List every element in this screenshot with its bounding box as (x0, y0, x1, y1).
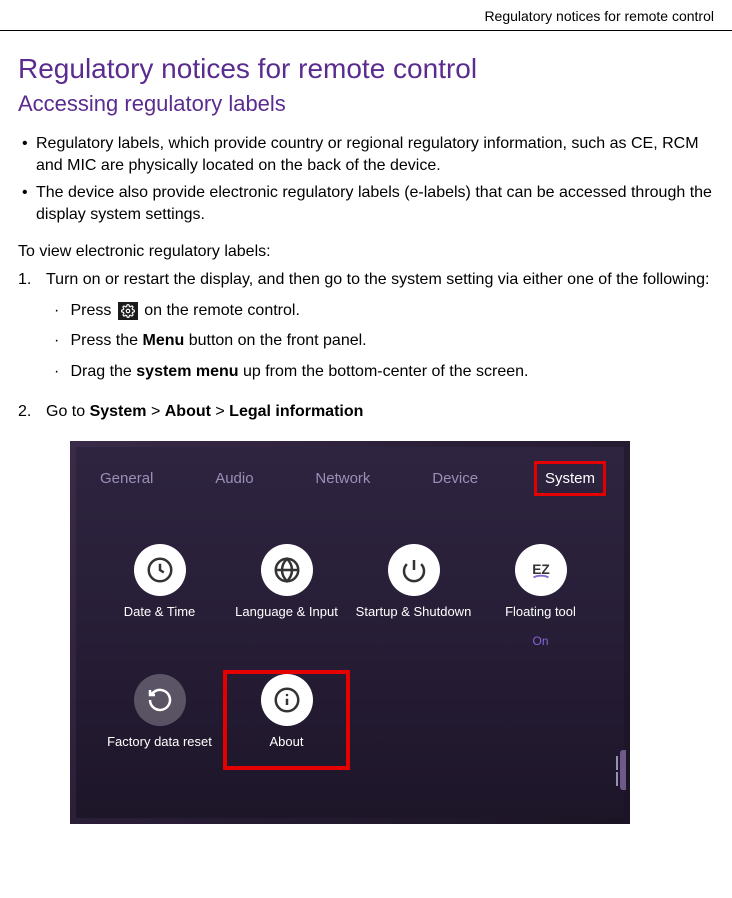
tile-label: Date & Time (124, 604, 196, 632)
section-title: Accessing regulatory labels (18, 91, 714, 117)
screenshot-inner: General Audio Network Device System Date… (76, 447, 624, 818)
step-number: 2. (18, 401, 46, 423)
power-icon (388, 544, 440, 596)
nav-path-part: System (90, 403, 147, 420)
tile-about[interactable]: About (223, 670, 350, 770)
nav-path-part: About (165, 403, 211, 420)
tab-audio[interactable]: Audio (209, 466, 259, 491)
bullet-text: Regulatory labels, which provide country… (36, 133, 714, 176)
settings-grid: Date & Time Language & Input Startup & S… (76, 510, 624, 818)
nav-sep: > (211, 403, 229, 420)
sub-text-post: up from the bottom-center of the screen. (239, 363, 529, 380)
ez-icon: EZ (515, 544, 567, 596)
nav-path-part: Legal information (229, 403, 363, 420)
page-title: Regulatory notices for remote control (18, 53, 714, 85)
bullet-text: The device also provide electronic regul… (36, 182, 714, 225)
tile-label: About (270, 734, 304, 762)
sub-text-post: on the remote control. (140, 302, 300, 319)
substep: · Press on the remote control. (54, 300, 709, 322)
bullet-marker: • (22, 182, 36, 225)
bullet-list: • Regulatory labels, which provide count… (18, 133, 714, 225)
running-header: Regulatory notices for remote control (0, 0, 732, 30)
tile-date-time[interactable]: Date & Time (96, 540, 223, 656)
substep: · Drag the system menu up from the botto… (54, 361, 709, 383)
info-icon (261, 674, 313, 726)
tile-label: Floating tool (505, 604, 576, 632)
tab-general[interactable]: General (94, 466, 159, 491)
tab-device[interactable]: Device (426, 466, 484, 491)
tile-sublabel: On (532, 634, 548, 648)
step-number: 1. (18, 269, 46, 391)
step-text: Turn on or restart the display, and then… (46, 271, 709, 288)
menu-bold: Menu (142, 332, 184, 349)
globe-icon (261, 544, 313, 596)
step-1: 1. Turn on or restart the display, and t… (18, 269, 714, 391)
reset-icon (134, 674, 186, 726)
intro-text: To view electronic regulatory labels: (18, 243, 714, 261)
sub-text-post: button on the front panel. (184, 332, 366, 349)
step-body: Turn on or restart the display, and then… (46, 269, 709, 391)
tile-factory-reset[interactable]: Factory data reset (96, 670, 223, 770)
tile-language-input[interactable]: Language & Input (223, 540, 350, 656)
tile-floating-tool[interactable]: EZ Floating tool On (477, 540, 604, 656)
tile-startup-shutdown[interactable]: Startup & Shutdown (350, 540, 477, 656)
settings-tabs: General Audio Network Device System (76, 447, 624, 510)
sub-marker: · (54, 330, 66, 352)
step-pre: Go to (46, 403, 90, 420)
screenshot-figure: General Audio Network Device System Date… (18, 433, 714, 824)
nav-sep: > (147, 403, 165, 420)
bullet-item: • The device also provide electronic reg… (22, 182, 714, 225)
tile-label: Startup & Shutdown (356, 604, 472, 632)
substep-list: · Press on the remote control. · Press t… (46, 300, 709, 383)
step-2: 2. Go to System > About > Legal informat… (18, 401, 714, 423)
sub-text-pre: Press (70, 302, 115, 319)
side-handle-icon (620, 750, 626, 790)
page-body: Regulatory notices for remote control Ac… (0, 31, 732, 854)
tab-system[interactable]: System (534, 461, 606, 496)
tile-label: Language & Input (235, 604, 338, 632)
gear-icon (118, 302, 138, 320)
tab-network[interactable]: Network (309, 466, 376, 491)
svg-text:EZ: EZ (532, 562, 550, 577)
clock-icon (134, 544, 186, 596)
step-body: Go to System > About > Legal information (46, 401, 363, 423)
sub-text-pre: Drag the (70, 363, 136, 380)
sub-marker: · (54, 361, 66, 383)
substep: · Press the Menu button on the front pan… (54, 330, 709, 352)
bullet-marker: • (22, 133, 36, 176)
sub-marker: · (54, 300, 66, 322)
device-screenshot: General Audio Network Device System Date… (70, 441, 630, 824)
ordered-steps: 1. Turn on or restart the display, and t… (18, 269, 714, 423)
tile-label: Factory data reset (107, 734, 212, 762)
system-menu-bold: system menu (136, 363, 238, 380)
bullet-item: • Regulatory labels, which provide count… (22, 133, 714, 176)
sub-text-pre: Press the (70, 332, 142, 349)
